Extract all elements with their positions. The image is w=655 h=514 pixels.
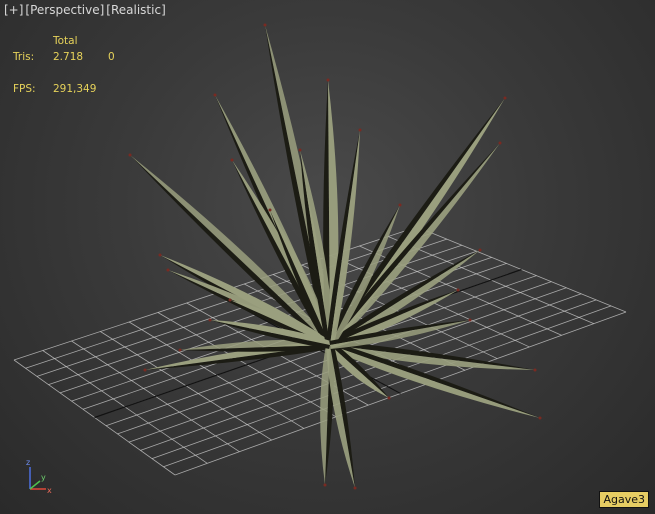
leaf-tip [353, 486, 357, 490]
leaf-tip [503, 96, 507, 100]
stats-fps-label: FPS: [13, 83, 36, 95]
viewport-shading-menu[interactable]: [Realistic] [106, 3, 165, 17]
viewport-label-menu: [+] [Perspective] [Realistic] [4, 3, 166, 17]
object-name-tag[interactable]: Agave3 [599, 491, 649, 508]
leaf-tip [298, 148, 302, 152]
perspective-viewport[interactable]: [+] [Perspective] [Realistic] Total Tris… [0, 0, 655, 514]
stats-tris-selected: 0 [108, 51, 115, 63]
leaf-tip [143, 368, 147, 372]
leaf-tip [323, 483, 327, 487]
leaf-tip [398, 203, 402, 207]
leaf-tip [498, 141, 502, 145]
viewport-menu-plus[interactable]: [+] [4, 3, 23, 17]
leaf-tip [358, 128, 362, 132]
axis-y-label: y [41, 473, 46, 482]
viewport-view-menu[interactable]: [Perspective] [25, 3, 104, 17]
leaf-tip [326, 78, 330, 82]
leaf-tip [268, 208, 272, 212]
leaf-tip [456, 288, 460, 292]
axis-x-label: x [47, 486, 52, 495]
leaf-tip [178, 348, 182, 352]
leaf-tip [387, 396, 391, 400]
leaf-tip [230, 158, 234, 162]
leaf-tip [468, 318, 472, 322]
leaf-tip [228, 298, 232, 302]
scene-canvas[interactable] [0, 0, 655, 514]
leaf-tip [166, 268, 170, 272]
leaf-tip [263, 23, 267, 27]
leaf-tip [158, 253, 162, 257]
leaf-tip [533, 368, 537, 372]
axis-tripod-icon: z y x [26, 458, 52, 495]
leaf-tip [213, 93, 217, 97]
axis-z-label: z [26, 458, 30, 467]
leaf-tip [478, 248, 482, 252]
leaf-tip [208, 318, 212, 322]
stats-total-header: Total [53, 35, 78, 47]
stats-tris-label: Tris: [13, 51, 35, 63]
leaf-tip [538, 416, 542, 420]
leaf-tip [128, 153, 132, 157]
stats-tris-total: 2.718 [53, 51, 84, 63]
stats-fps-value: 291,349 [53, 83, 97, 95]
